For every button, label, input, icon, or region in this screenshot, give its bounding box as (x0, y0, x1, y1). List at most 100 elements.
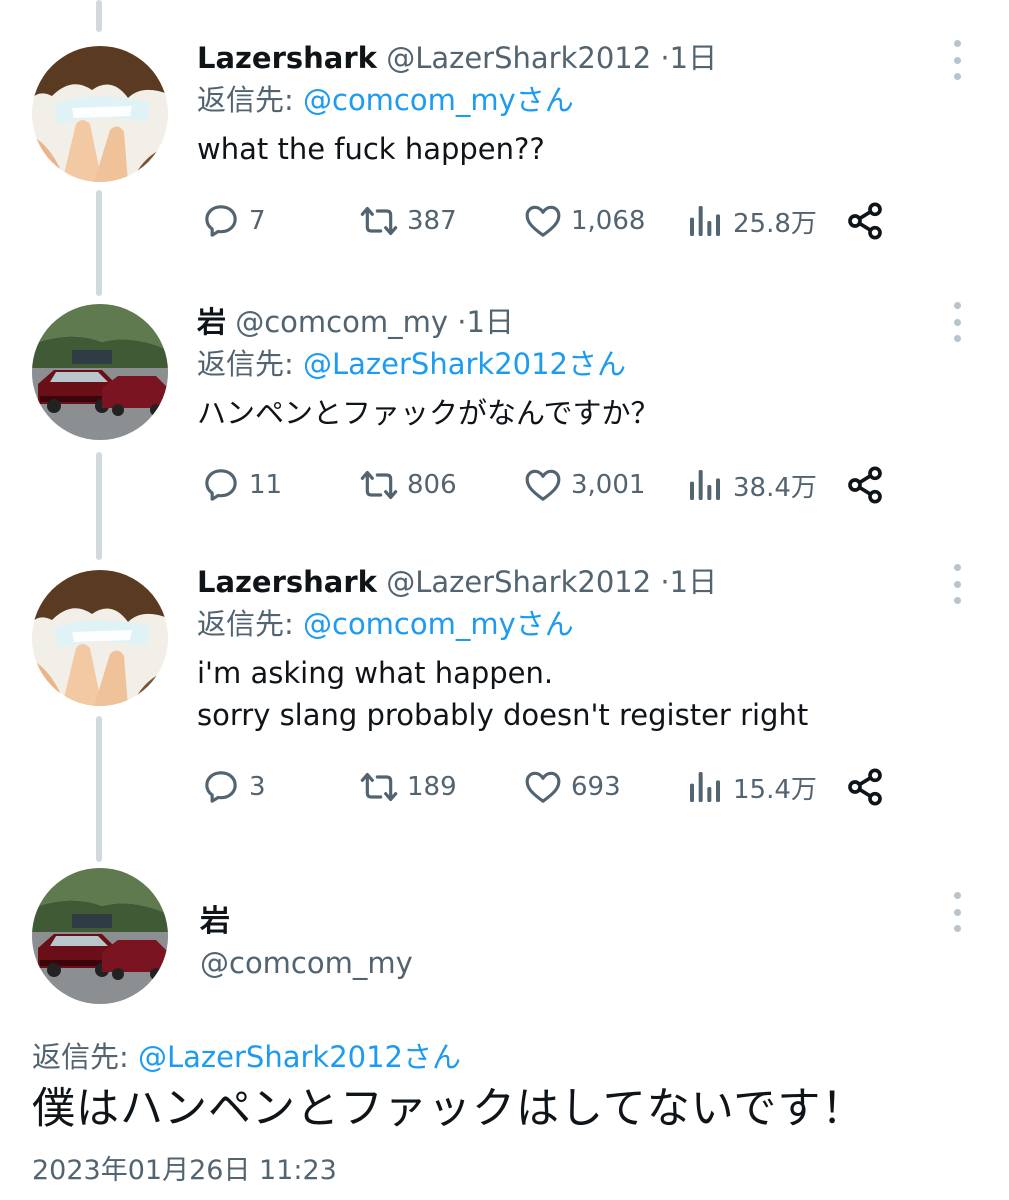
reply-button[interactable]: 3 (201, 762, 266, 812)
retweet-button[interactable]: 387 (359, 196, 457, 246)
more-options-button[interactable] (949, 892, 965, 932)
like-count: 693 (571, 772, 621, 802)
tweet-actions: 7 387 1,068 25.8万 (197, 196, 897, 246)
like-button[interactable]: 1,068 (523, 196, 645, 246)
tweet-text: i'm asking what happen. sorry slang prob… (197, 656, 809, 732)
view-count: 15.4万 (733, 774, 817, 805)
user-handle[interactable]: @LazerShark2012 (386, 41, 651, 75)
speech-bubble-icon (201, 767, 241, 807)
share-button[interactable] (845, 196, 893, 246)
heart-icon (523, 201, 563, 241)
tweet[interactable]: Lazershark @LazerShark2012 ·1日 返信先: @com… (0, 0, 1009, 270)
reply-to: 返信先: @LazerShark2012さん (32, 1034, 461, 1076)
reply-to: 返信先: @comcom_myさん (197, 602, 969, 646)
retweet-count: 806 (407, 470, 457, 500)
reply-to-prefix: 返信先: (197, 607, 303, 641)
tweet[interactable]: Lazershark @LazerShark2012 ·1日 返信先: @com… (0, 540, 1009, 840)
reply-to: 返信先: @comcom_myさん (197, 78, 969, 122)
heart-icon (523, 767, 563, 807)
more-options-button[interactable] (949, 302, 965, 342)
reply-to-prefix: 返信先: (197, 347, 303, 381)
share-icon (845, 201, 885, 241)
share-button[interactable] (845, 762, 893, 812)
speech-bubble-icon (201, 465, 241, 505)
reply-count: 7 (249, 206, 266, 236)
retweet-icon (359, 465, 399, 505)
reply-to: 返信先: @LazerShark2012さん (197, 342, 969, 386)
user-handle[interactable]: @LazerShark2012 (386, 565, 651, 599)
views-button[interactable]: 25.8万 (685, 196, 817, 246)
like-count: 3,001 (571, 470, 646, 500)
reply-mention[interactable]: @comcom_myさん (303, 83, 574, 117)
share-button[interactable] (845, 460, 893, 510)
display-name[interactable]: Lazershark (197, 565, 377, 599)
avatar[interactable] (32, 570, 168, 706)
view-count: 25.8万 (733, 208, 817, 239)
tweet-actions: 11 806 3,001 38.4万 (197, 460, 897, 510)
more-vertical-icon (953, 564, 961, 571)
speech-bubble-icon (201, 201, 241, 241)
display-name[interactable]: Lazershark (197, 41, 377, 75)
bar-chart-icon (685, 465, 725, 505)
retweet-icon (359, 201, 399, 241)
more-dot (953, 908, 961, 916)
more-dot (953, 318, 961, 326)
tweet-header: Lazershark @LazerShark2012 ·1日 (197, 38, 969, 78)
reply-mention[interactable]: @LazerShark2012さん (138, 1040, 461, 1074)
bar-chart-icon (685, 201, 725, 241)
reply-button[interactable]: 11 (201, 460, 282, 510)
tweet-text: ハンペンとファックがなんですか？ (197, 396, 660, 430)
retweet-count: 387 (407, 206, 457, 236)
like-button[interactable]: 3,001 (523, 460, 645, 510)
like-button[interactable]: 693 (523, 762, 621, 812)
bar-chart-icon (685, 767, 725, 807)
separator-dot: · (660, 565, 670, 599)
more-vertical-icon (953, 302, 961, 309)
reply-to-prefix: 返信先: (32, 1040, 138, 1074)
tweet-header: 岩 @comcom_my ·1日 (197, 302, 969, 342)
tweet-text: what the fuck happen?? (197, 132, 545, 166)
reply-count: 3 (249, 772, 266, 802)
more-dot (953, 335, 961, 342)
display-name[interactable]: 岩 (197, 305, 226, 339)
more-dot (953, 580, 961, 588)
more-options-button[interactable] (949, 40, 965, 80)
user-handle[interactable]: @comcom_my (200, 946, 413, 980)
more-options-button[interactable] (949, 564, 965, 604)
separator-dot: · (660, 41, 670, 75)
share-icon (845, 465, 885, 505)
reply-button[interactable]: 7 (201, 196, 266, 246)
views-button[interactable]: 15.4万 (685, 762, 817, 812)
display-name[interactable]: 岩 (200, 896, 230, 940)
share-icon (845, 767, 885, 807)
more-dot (953, 56, 961, 64)
retweet-icon (359, 767, 399, 807)
reply-mention[interactable]: @comcom_myさん (303, 607, 574, 641)
retweet-button[interactable]: 189 (359, 762, 457, 812)
more-dot (953, 597, 961, 604)
tweet-actions: 3 189 693 15.4万 (197, 762, 897, 812)
reply-to-prefix: 返信先: (197, 83, 303, 117)
main-tweet: 岩 @comcom_my 返信先: @LazerShark2012さん 僕はハン… (0, 860, 1009, 1200)
more-vertical-icon (953, 892, 961, 899)
retweet-count: 189 (407, 772, 457, 802)
heart-icon (523, 465, 563, 505)
user-handle[interactable]: @comcom_my (235, 305, 448, 339)
tweet-text: 僕はハンペンとファックはしてないです！ (32, 1084, 866, 1134)
reply-count: 11 (249, 470, 283, 500)
avatar[interactable] (32, 868, 168, 1004)
tweet[interactable]: 岩 @comcom_my ·1日 返信先: @LazerShark2012さん … (0, 270, 1009, 540)
more-dot (953, 73, 961, 80)
tweet-time[interactable]: 1日 (670, 565, 717, 599)
tweet-header: Lazershark @LazerShark2012 ·1日 (197, 562, 969, 602)
like-count: 1,068 (571, 206, 646, 236)
tweet-time[interactable]: 1日 (466, 305, 513, 339)
avatar[interactable] (32, 304, 168, 440)
more-vertical-icon (953, 40, 961, 47)
retweet-button[interactable]: 806 (359, 460, 457, 510)
views-button[interactable]: 38.4万 (685, 460, 817, 510)
reply-mention[interactable]: @LazerShark2012さん (303, 347, 626, 381)
tweet-time[interactable]: 1日 (670, 41, 717, 75)
avatar[interactable] (32, 46, 168, 182)
tweet-timestamp[interactable]: 2023年01月26日 11:23 (32, 1148, 337, 1187)
